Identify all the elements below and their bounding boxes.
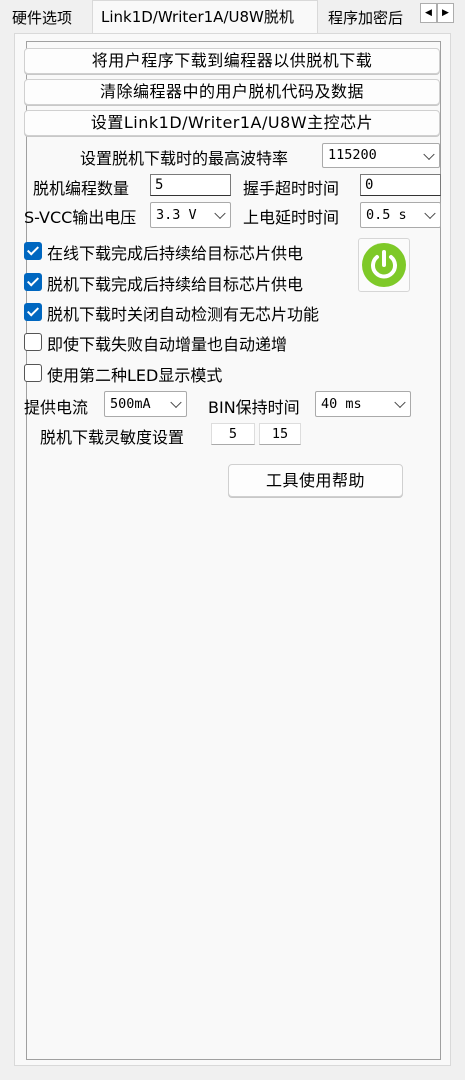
tab-hardware-options[interactable]: 硬件选项 bbox=[4, 4, 90, 32]
tab-link1d-offline[interactable]: Link1D/Writer1A/U8W脱机 bbox=[92, 0, 318, 33]
chevron-down-icon bbox=[394, 396, 406, 409]
svcc-voltage-select[interactable]: 3.3 V bbox=[150, 202, 231, 228]
scroll-right-icon[interactable]: ▶ bbox=[437, 3, 454, 23]
checkbox-led-mode-2[interactable] bbox=[24, 364, 42, 382]
supply-current-label: 提供电流 bbox=[24, 398, 89, 417]
checkbox-label: 即使下载失败自动增量也自动递增 bbox=[47, 335, 288, 354]
power-on-delay-value: 0.5 s bbox=[366, 207, 407, 223]
checkbox-label: 脱机下载完成后持续给目标芯片供电 bbox=[47, 275, 304, 294]
sensitivity-value-1: 5 bbox=[228, 426, 238, 442]
button-label: 设置Link1D/Writer1A/U8W主控芯片 bbox=[90, 113, 374, 132]
chevron-down-icon bbox=[214, 207, 226, 220]
handshake-timeout-value: 0 bbox=[365, 177, 374, 193]
chevron-down-icon bbox=[424, 207, 436, 220]
checkbox-label: 在线下载完成后持续给目标芯片供电 bbox=[47, 244, 304, 263]
baud-rate-select[interactable]: 115200 bbox=[322, 143, 440, 168]
power-button[interactable] bbox=[358, 238, 410, 292]
sensitivity-input-2[interactable]: 15 bbox=[259, 423, 301, 445]
handshake-timeout-input[interactable]: 0 bbox=[360, 174, 441, 196]
bin-hold-time-select[interactable]: 40 ms bbox=[315, 391, 411, 417]
sensitivity-value-2: 15 bbox=[271, 426, 289, 442]
button-label: 清除编程器中的用户脱机代码及数据 bbox=[99, 82, 364, 101]
sensitivity-label: 脱机下载灵敏度设置 bbox=[40, 428, 185, 447]
offline-count-value: 5 bbox=[155, 177, 164, 193]
checkbox-keep-power-offline[interactable] bbox=[24, 273, 42, 291]
power-icon bbox=[362, 243, 406, 287]
scroll-left-icon[interactable]: ◀ bbox=[420, 3, 437, 23]
bin-hold-time-label: BIN保持时间 bbox=[208, 398, 300, 417]
baud-rate-label: 设置脱机下载时的最高波特率 bbox=[80, 149, 289, 168]
svcc-voltage-value: 3.3 V bbox=[156, 207, 197, 223]
set-master-chip-button[interactable]: 设置Link1D/Writer1A/U8W主控芯片 bbox=[24, 110, 440, 136]
checkbox-label: 脱机下载时关闭自动检测有无芯片功能 bbox=[47, 305, 320, 324]
checkbox-disable-chip-detect[interactable] bbox=[24, 303, 42, 321]
button-label: 工具使用帮助 bbox=[265, 471, 365, 490]
tab-label: 硬件选项 bbox=[12, 9, 73, 27]
button-label: 将用户程序下载到编程器以供脱机下载 bbox=[91, 51, 373, 70]
checkbox-auto-increment-on-fail[interactable] bbox=[24, 333, 42, 351]
bin-hold-time-value: 40 ms bbox=[321, 396, 362, 412]
offline-count-input[interactable]: 5 bbox=[150, 174, 231, 196]
tab-label: 程序加密后 bbox=[328, 9, 404, 27]
tool-help-button[interactable]: 工具使用帮助 bbox=[228, 464, 403, 497]
supply-current-value: 500mA bbox=[110, 396, 151, 412]
supply-current-select[interactable]: 500mA bbox=[104, 391, 187, 417]
svcc-voltage-label: S-VCC输出电压 bbox=[24, 208, 137, 227]
sensitivity-input-1[interactable]: 5 bbox=[211, 423, 255, 445]
tab-label: Link1D/Writer1A/U8W脱机 bbox=[101, 8, 294, 26]
power-on-delay-label: 上电延时时间 bbox=[243, 208, 340, 227]
checkbox-keep-power-online[interactable] bbox=[24, 242, 42, 260]
checkbox-label: 使用第二种LED显示模式 bbox=[47, 366, 223, 385]
power-on-delay-select[interactable]: 0.5 s bbox=[360, 202, 441, 228]
clear-offline-code-button[interactable]: 清除编程器中的用户脱机代码及数据 bbox=[24, 79, 440, 105]
tab-program-encryption[interactable]: 程序加密后 bbox=[320, 4, 416, 32]
handshake-timeout-label: 握手超时时间 bbox=[243, 179, 340, 198]
offline-count-label: 脱机编程数量 bbox=[33, 179, 130, 198]
baud-rate-value: 115200 bbox=[328, 147, 377, 163]
download-to-programmer-button[interactable]: 将用户程序下载到编程器以供脱机下载 bbox=[24, 48, 440, 74]
chevron-down-icon bbox=[423, 148, 435, 160]
chevron-down-icon bbox=[170, 396, 182, 409]
